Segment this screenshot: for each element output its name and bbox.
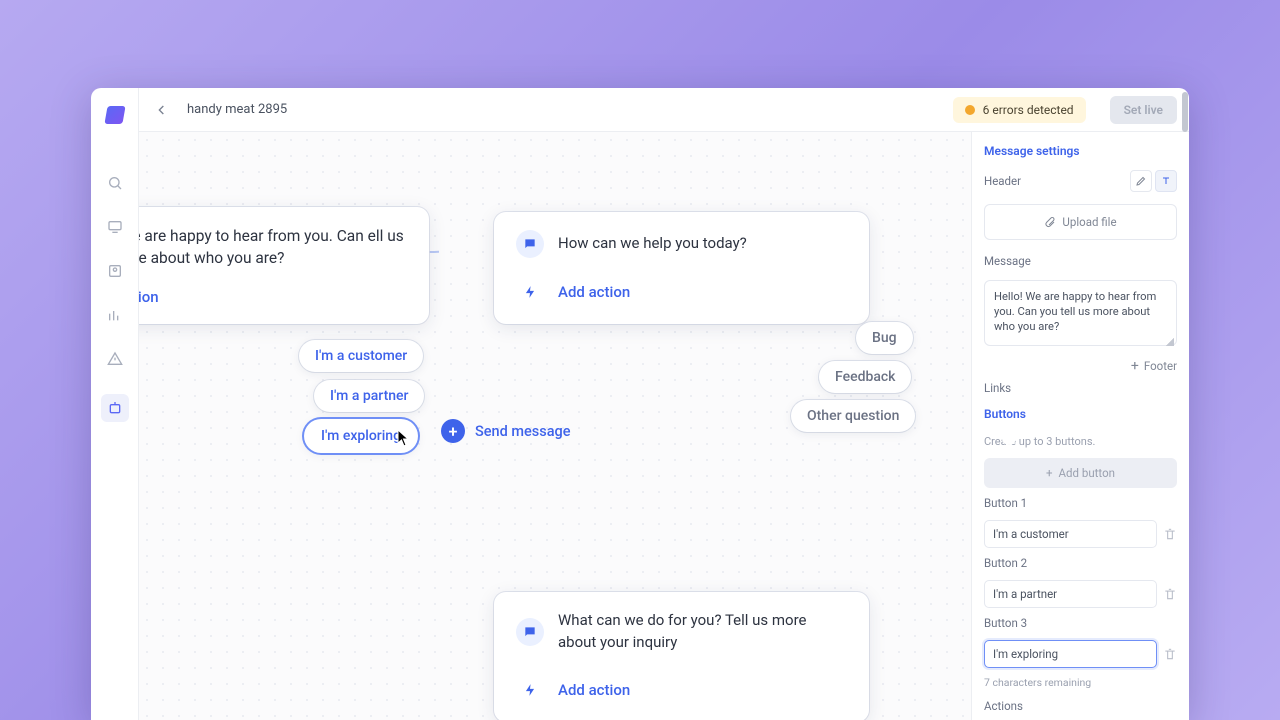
- message-label: Message: [984, 254, 1177, 268]
- bot-builder-icon[interactable]: [101, 394, 129, 422]
- message-icon: [516, 618, 544, 646]
- users-icon[interactable]: [106, 262, 124, 280]
- message-node-1[interactable]: ! We are happy to hear from you. Can ell…: [139, 207, 429, 324]
- plus-icon: +: [1131, 359, 1139, 373]
- footer-label: Footer: [1144, 359, 1177, 373]
- message-node-3[interactable]: What can we do for you? Tell us more abo…: [494, 592, 869, 720]
- action-icon: [516, 676, 544, 704]
- back-button[interactable]: [151, 99, 173, 121]
- add-button-label: Add button: [1059, 466, 1115, 480]
- app-window: handy meat 2895 6 errors detected Set li…: [91, 88, 1189, 720]
- warning-dot-icon: [965, 105, 975, 115]
- links-label: Links: [984, 381, 1177, 395]
- chars-remaining: 7 characters remaining: [984, 676, 1177, 689]
- delete-button1[interactable]: [1163, 527, 1177, 541]
- edit-header-button[interactable]: [1130, 170, 1152, 192]
- message-text: What can we do for you? Tell us more abo…: [558, 610, 847, 654]
- message-text: How can we help you today?: [558, 233, 747, 255]
- add-footer-button[interactable]: + Footer: [984, 359, 1177, 373]
- plus-icon: +: [441, 419, 465, 443]
- errors-pill[interactable]: 6 errors detected: [953, 97, 1086, 123]
- message-node-2[interactable]: How can we help you today? Add action: [494, 212, 869, 324]
- option-other[interactable]: Other question: [791, 400, 915, 432]
- button1-label: Button 1: [984, 496, 1177, 510]
- option-feedback[interactable]: Feedback: [819, 361, 911, 393]
- topbar: handy meat 2895 6 errors detected Set li…: [139, 88, 1189, 132]
- option-partner[interactable]: I'm a partner: [314, 380, 424, 412]
- upload-label: Upload file: [1062, 215, 1116, 229]
- app-logo: [104, 106, 125, 124]
- button2-input[interactable]: [984, 580, 1157, 608]
- send-message-label: Send message: [475, 423, 571, 440]
- message-textarea[interactable]: [984, 280, 1177, 346]
- add-action-link[interactable]: Add action: [558, 681, 630, 699]
- workflow-title: handy meat 2895: [187, 102, 287, 117]
- button2-label: Button 2: [984, 556, 1177, 570]
- button1-input[interactable]: [984, 520, 1157, 548]
- flow-canvas[interactable]: ! We are happy to hear from you. Can ell…: [139, 132, 971, 720]
- warning-icon[interactable]: [106, 350, 124, 368]
- upload-file-button[interactable]: Upload file: [984, 204, 1177, 240]
- add-action-link[interactable]: action: [139, 288, 407, 306]
- send-message-attach[interactable]: + Send message: [441, 419, 571, 443]
- scrollbar[interactable]: [1182, 92, 1188, 132]
- nav-rail: [91, 88, 139, 720]
- settings-panel: Message settings Header Upload file Mess…: [971, 132, 1189, 720]
- action-icon: [516, 278, 544, 306]
- delete-button3[interactable]: [1163, 647, 1177, 661]
- monitor-icon[interactable]: [106, 218, 124, 236]
- add-button-row[interactable]: + Add button: [984, 458, 1177, 488]
- option-bug[interactable]: Bug: [856, 322, 913, 354]
- button3-input[interactable]: [984, 640, 1157, 668]
- add-action-link[interactable]: Add action: [558, 283, 630, 301]
- buttons-label: Buttons: [984, 407, 1026, 421]
- header-label: Header: [984, 174, 1021, 188]
- chart-icon[interactable]: [106, 306, 124, 324]
- message-text: ! We are happy to hear from you. Can ell…: [139, 225, 407, 270]
- cursor-icon: [397, 429, 411, 447]
- actions-label: Actions: [984, 699, 1177, 713]
- message-icon: [516, 230, 544, 258]
- plus-icon: +: [1046, 466, 1053, 480]
- errors-label: 6 errors detected: [983, 103, 1074, 117]
- delete-button2[interactable]: [1163, 587, 1177, 601]
- option-customer[interactable]: I'm a customer: [299, 340, 423, 372]
- settings-title: Message settings: [984, 144, 1177, 158]
- set-live-button[interactable]: Set live: [1110, 96, 1177, 124]
- button3-label: Button 3: [984, 616, 1177, 630]
- search-icon[interactable]: [106, 174, 124, 192]
- text-header-button[interactable]: [1155, 170, 1177, 192]
